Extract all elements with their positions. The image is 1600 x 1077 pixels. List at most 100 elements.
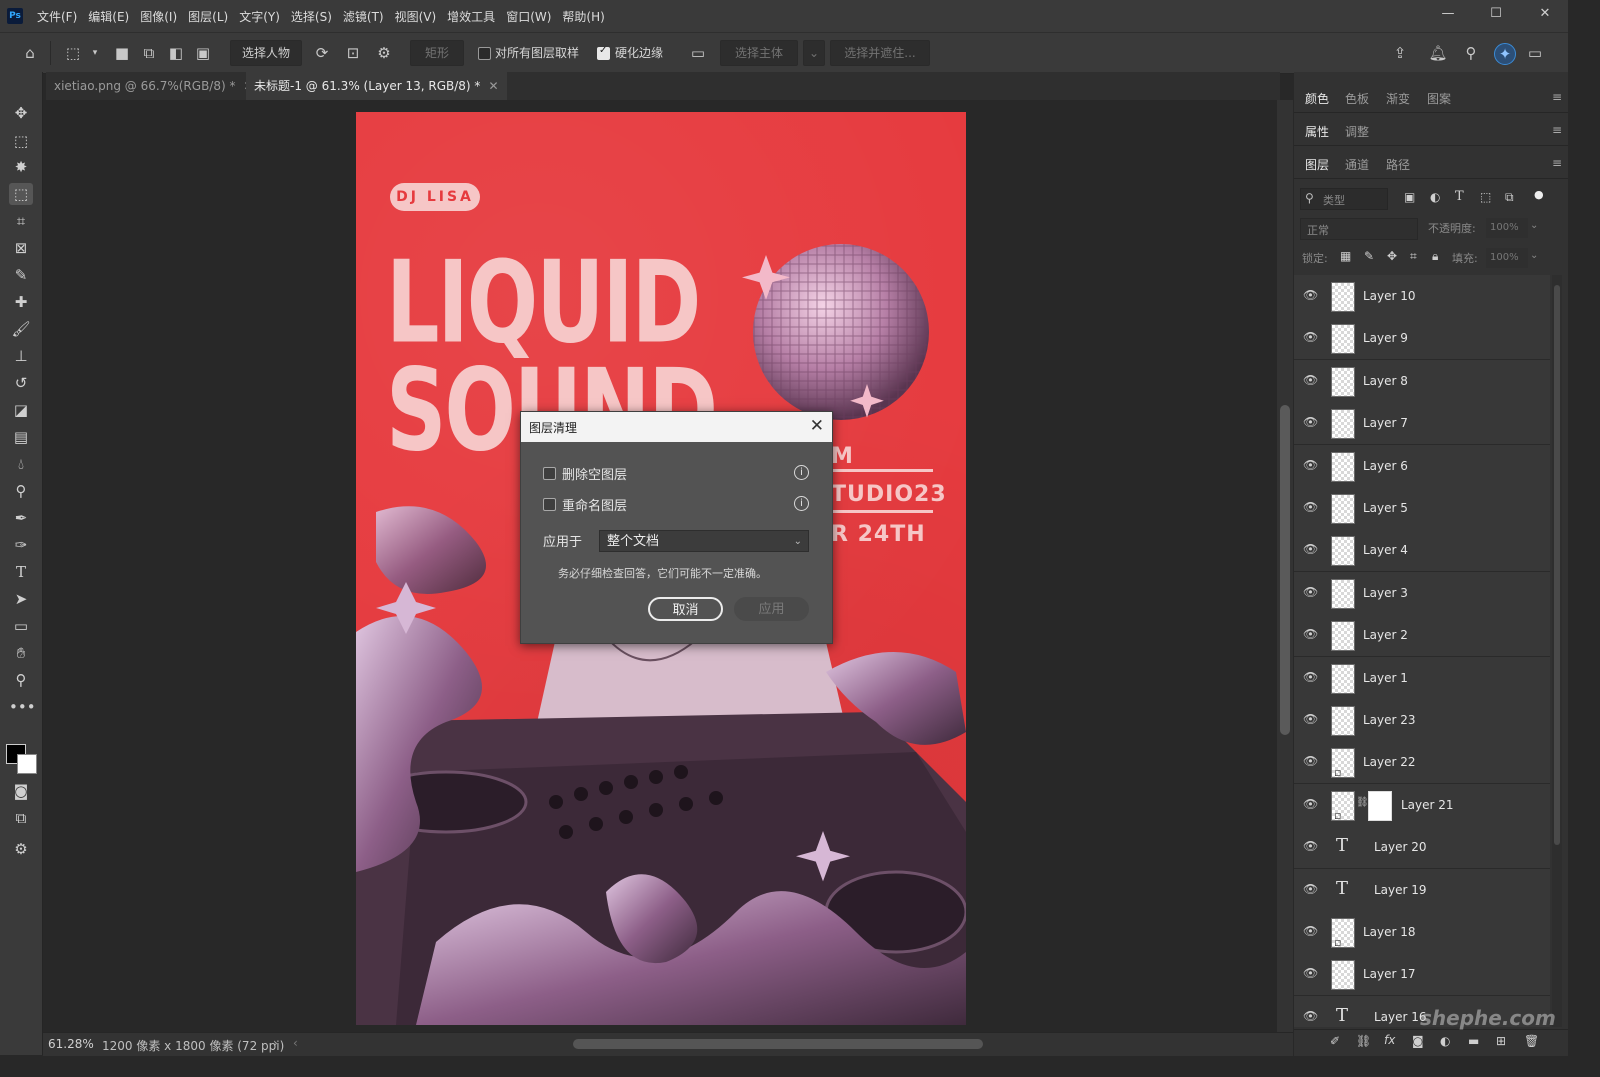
move-tool-icon[interactable]: ✥: [9, 102, 33, 124]
filter-smart-object-icon[interactable]: ⧉: [1505, 190, 1514, 205]
layer-row[interactable]: 👁︎ Layer 4: [1294, 529, 1550, 573]
hand-tool-icon[interactable]: ✋︎: [9, 642, 33, 664]
layer-row[interactable]: 👁︎ Layer 9: [1294, 317, 1550, 361]
quick-mask-icon[interactable]: ◙: [9, 780, 33, 802]
history-brush-tool-icon[interactable]: ↺: [9, 372, 33, 394]
rectangle-tool-icon[interactable]: ▭: [9, 615, 33, 637]
eye-visibility-icon[interactable]: 👁︎: [1303, 670, 1318, 684]
screen-mode-icon[interactable]: ⧉: [9, 807, 33, 829]
eye-visibility-icon[interactable]: 👁︎: [1303, 458, 1318, 472]
link-icon[interactable]: ⛓: [1356, 797, 1369, 808]
menu-select[interactable]: 选择(S): [291, 8, 332, 25]
maximize-button[interactable]: ☐: [1486, 6, 1506, 24]
layer-row[interactable]: 👁︎ Layer 3: [1294, 571, 1550, 615]
panel-menu-icon[interactable]: ≡: [1552, 123, 1562, 137]
zoom-level[interactable]: 61.28%: [48, 1037, 94, 1051]
zoom-tool-icon[interactable]: ⚲: [9, 669, 33, 691]
clone-stamp-tool-icon[interactable]: ⊥: [9, 345, 33, 367]
eraser-tool-icon[interactable]: ◪: [9, 399, 33, 421]
minimize-button[interactable]: —: [1438, 6, 1458, 24]
menu-plugins[interactable]: 增效工具: [447, 8, 495, 25]
tab-swatches[interactable]: 色板: [1345, 90, 1369, 107]
layer-row[interactable]: 👁︎ ▫ Layer 18: [1294, 911, 1550, 954]
document-info[interactable]: 1200 像素 x 1800 像素 (72 ppi): [102, 1037, 284, 1054]
layers-scrollbar[interactable]: [1552, 275, 1562, 1027]
healing-brush-tool-icon[interactable]: ✚: [9, 291, 33, 313]
layer-row[interactable]: 👁︎ Layer 2: [1294, 614, 1550, 658]
panel-menu-icon[interactable]: ≡: [1552, 156, 1562, 170]
rename-layers-checkbox[interactable]: [543, 498, 556, 511]
dodge-tool-icon[interactable]: ⚲: [9, 480, 33, 502]
menu-layer[interactable]: 图层(L): [188, 8, 228, 25]
eye-visibility-icon[interactable]: 👁︎: [1303, 500, 1318, 514]
trash-icon[interactable]: 🗑︎: [1524, 1034, 1539, 1048]
scrollbar-thumb[interactable]: [1554, 285, 1560, 845]
object-select-tool-icon[interactable]: ⬚: [63, 43, 83, 63]
lock-artboard-icon[interactable]: ⌗: [1410, 249, 1417, 264]
fx-icon[interactable]: fx: [1384, 1033, 1395, 1047]
layer-row[interactable]: 👁︎ Layer 8: [1294, 359, 1550, 403]
select-subject-dropdown[interactable]: ⌄: [803, 40, 825, 66]
feedback-icon[interactable]: ▭: [688, 43, 708, 63]
eye-visibility-icon[interactable]: 👁︎: [1303, 797, 1318, 811]
layer-row[interactable]: 👁︎ Layer 1: [1294, 656, 1550, 700]
tab-adjustments[interactable]: 调整: [1345, 123, 1369, 140]
select-people-button[interactable]: 选择人物: [230, 40, 302, 66]
eye-visibility-icon[interactable]: 👁︎: [1303, 1009, 1318, 1023]
tab-xietiao[interactable]: xietiao.png @ 66.7%(RGB/8) *✕: [46, 72, 262, 100]
bell-icon[interactable]: 🔔︎: [1428, 43, 1448, 63]
select-subject-button[interactable]: 选择主体: [720, 40, 798, 66]
subtract-selection-icon[interactable]: ◧: [166, 43, 186, 63]
mode-select[interactable]: 矩形: [410, 40, 464, 66]
layer-row[interactable]: 👁︎ Layer 23: [1294, 699, 1550, 742]
lock-all-icon[interactable]: 🔒︎: [1432, 249, 1438, 264]
filter-shape-icon[interactable]: ⬚: [1480, 190, 1491, 204]
select-and-mask-button[interactable]: 选择并遮住...: [830, 40, 930, 66]
brush-cleanup-icon[interactable]: ✐: [1330, 1034, 1340, 1048]
tab-channels[interactable]: 通道: [1345, 156, 1369, 173]
layer-row[interactable]: 👁︎ Layer 7: [1294, 402, 1550, 446]
eye-visibility-icon[interactable]: 👁︎: [1303, 924, 1318, 938]
fill-field[interactable]: 100%: [1486, 248, 1528, 268]
layer-row[interactable]: 👁︎ ▫ Layer 22: [1294, 741, 1550, 785]
cancel-button[interactable]: 取消: [648, 597, 723, 621]
group-folder-icon[interactable]: ▬: [1468, 1034, 1479, 1048]
pen-tool-icon[interactable]: ✑: [9, 534, 33, 556]
filter-pixel-icon[interactable]: ▣: [1404, 190, 1415, 204]
quick-select-tool-icon[interactable]: ✸: [9, 156, 33, 178]
vertical-scrollbar[interactable]: [1277, 100, 1293, 1032]
tab-untitled-1[interactable]: 未标题-1 @ 61.3% (Layer 13, RGB/8) * ✕: [246, 72, 507, 100]
crop-tool-icon[interactable]: ⌗: [9, 210, 33, 232]
add-selection-icon[interactable]: ⧉: [139, 43, 159, 63]
add-mask-icon[interactable]: ◙: [1412, 1034, 1424, 1048]
apply-to-select[interactable]: 整个文档 ⌄: [599, 530, 809, 552]
edit-toolbar-icon[interactable]: ⚙: [9, 838, 33, 860]
sample-all-layers-checkbox[interactable]: [478, 47, 491, 60]
brush-tool-icon[interactable]: 🖌︎: [9, 318, 33, 340]
layer-filter-select[interactable]: ⚲ 类型: [1300, 188, 1388, 210]
menu-window[interactable]: 窗口(W): [506, 8, 551, 25]
eye-visibility-icon[interactable]: 👁︎: [1303, 288, 1318, 302]
search-icon[interactable]: ⚲: [1461, 43, 1481, 63]
refresh-icon[interactable]: ⟳: [312, 43, 332, 63]
filter-toggle-icon[interactable]: ●: [1534, 188, 1544, 201]
chevron-down-icon[interactable]: ▾: [85, 43, 105, 63]
menu-view[interactable]: 视图(V): [395, 8, 437, 25]
eye-visibility-icon[interactable]: 👁︎: [1303, 966, 1318, 980]
opacity-field[interactable]: 100%: [1486, 218, 1528, 238]
adjustment-layer-icon[interactable]: ◐: [1440, 1034, 1450, 1048]
menu-help[interactable]: 帮助(H): [562, 8, 604, 25]
home-icon[interactable]: ⌂: [20, 43, 40, 63]
harden-edge-checkbox[interactable]: [597, 45, 610, 60]
eyedropper-tool-icon[interactable]: ✎: [9, 264, 33, 286]
info-icon[interactable]: i: [794, 496, 809, 511]
menu-file[interactable]: 文件(F): [37, 8, 77, 25]
background-color-swatch[interactable]: [17, 754, 37, 774]
layer-row[interactable]: 👁︎ ▫ ⛓ Layer 21: [1294, 783, 1550, 827]
workspace-icon[interactable]: ▭: [1525, 43, 1545, 63]
link-icon[interactable]: ⛓: [1356, 1034, 1371, 1048]
object-finder-icon[interactable]: ⊡: [343, 43, 363, 63]
filter-type-icon[interactable]: T: [1455, 189, 1464, 204]
tab-properties[interactable]: 属性: [1305, 123, 1329, 140]
new-selection-icon[interactable]: ■: [112, 43, 132, 63]
